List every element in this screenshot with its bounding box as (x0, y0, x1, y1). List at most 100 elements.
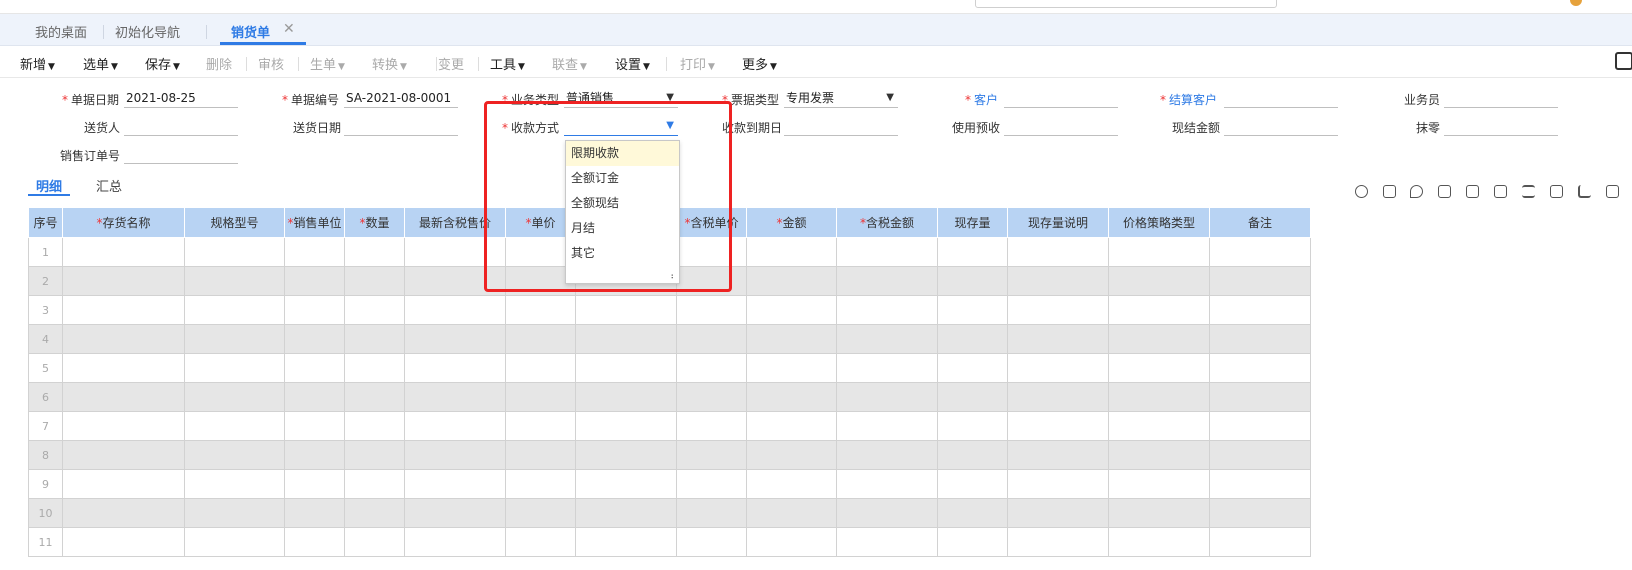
grid-cell[interactable] (505, 324, 576, 354)
tab-summary[interactable]: 汇总 (96, 176, 122, 195)
grid-cell[interactable] (836, 469, 938, 499)
grid-cell[interactable] (676, 353, 747, 383)
grid-cell[interactable] (62, 411, 185, 441)
grid-cell[interactable] (284, 324, 345, 354)
grid-cell[interactable] (404, 498, 506, 528)
search-icon[interactable] (1615, 52, 1632, 70)
grid-cell[interactable] (937, 527, 1008, 557)
grid-cell[interactable] (344, 498, 405, 528)
grid-cell[interactable] (575, 324, 677, 354)
grid-cell[interactable] (1209, 382, 1311, 412)
query-button[interactable]: 联查 ▼ (552, 54, 587, 73)
doc-date-field[interactable]: 2021-08-25 (124, 89, 238, 108)
grid-cell[interactable] (184, 527, 285, 557)
grid-cell[interactable] (746, 469, 837, 499)
grid-cell[interactable] (746, 498, 837, 528)
grid-cell[interactable] (505, 353, 576, 383)
scan-icon[interactable] (1383, 185, 1396, 198)
grid-cell[interactable] (505, 498, 576, 528)
invoice-type-select[interactable]: 专用发票 ▼ (784, 89, 898, 108)
grid-cell[interactable] (1108, 353, 1210, 383)
grid-cell[interactable] (746, 411, 837, 441)
grid-cell[interactable] (937, 498, 1008, 528)
grid-cell[interactable] (937, 295, 1008, 325)
grid-cell[interactable] (1007, 324, 1109, 354)
grid-cell[interactable] (836, 295, 938, 325)
tab-desktop[interactable]: 我的桌面 (35, 22, 87, 41)
sales-order-field[interactable] (124, 145, 238, 164)
column-header[interactable]: 序号 (28, 207, 63, 238)
grid-cell[interactable] (836, 440, 938, 470)
grid-cell[interactable] (746, 237, 837, 267)
grid-cell[interactable] (344, 527, 405, 557)
grid-cell[interactable] (184, 295, 285, 325)
grid-cell[interactable] (505, 295, 576, 325)
grid-cell[interactable] (404, 440, 506, 470)
grid-cell[interactable] (505, 469, 576, 499)
salesman-field[interactable] (1444, 89, 1558, 108)
grid-cell[interactable] (575, 440, 677, 470)
payment-due-field[interactable] (784, 117, 898, 136)
grid-cell[interactable] (505, 440, 576, 470)
save-button[interactable]: 保存 ▼ (145, 54, 180, 73)
grid-cell[interactable] (937, 237, 1008, 267)
grid-cell[interactable] (62, 237, 185, 267)
grid-cell[interactable] (284, 266, 345, 296)
grid-cell[interactable] (937, 382, 1008, 412)
grid-cell[interactable] (62, 469, 185, 499)
use-prepay-field[interactable] (1004, 117, 1118, 136)
grid-cell[interactable] (184, 469, 285, 499)
column-header[interactable]: 现存量说明 (1007, 207, 1109, 238)
grid-cell[interactable] (62, 382, 185, 412)
settle-customer-label[interactable]: * 结算客户 (1160, 91, 1217, 108)
grid-cell[interactable] (344, 266, 405, 296)
column-header[interactable]: 规格型号 (184, 207, 285, 238)
grid-cell[interactable] (344, 295, 405, 325)
grid-cell[interactable] (284, 295, 345, 325)
grid-cell[interactable] (1209, 237, 1311, 267)
grid-cell[interactable] (1209, 411, 1311, 441)
chart-icon[interactable] (1578, 185, 1591, 198)
tab-detail[interactable]: 明细 (36, 176, 62, 195)
grid-cell[interactable] (1108, 266, 1210, 296)
grid-cell[interactable] (505, 382, 576, 412)
grid-cell[interactable] (62, 527, 185, 557)
bulb-icon[interactable] (1355, 185, 1368, 198)
grid-cell[interactable] (344, 469, 405, 499)
column-header[interactable]: *金额 (746, 207, 837, 238)
grid-cell[interactable] (1209, 469, 1311, 499)
edit-lines-icon[interactable] (1522, 185, 1535, 198)
settings-button[interactable]: 设置 ▼ (615, 54, 650, 73)
grid-cell[interactable] (1209, 266, 1311, 296)
close-icon[interactable]: ✕ (283, 21, 295, 37)
grid-cell[interactable] (836, 266, 938, 296)
grid-cell[interactable] (1007, 237, 1109, 267)
grid-cell[interactable] (937, 353, 1008, 383)
customer-label[interactable]: * 客户 (965, 91, 998, 108)
settle-customer-field[interactable] (1224, 89, 1338, 108)
select-button[interactable]: 选单 ▼ (83, 54, 118, 73)
grid-cell[interactable] (1108, 527, 1210, 557)
audit-button[interactable]: 审核 (258, 54, 284, 73)
grid-cell[interactable] (575, 498, 677, 528)
grid-cell[interactable] (62, 353, 185, 383)
grid-cell[interactable] (184, 353, 285, 383)
grid-cell[interactable] (184, 324, 285, 354)
grid-cell[interactable] (404, 324, 506, 354)
grid-cell[interactable] (746, 382, 837, 412)
grid-cell[interactable] (284, 498, 345, 528)
grid-cell[interactable] (1108, 295, 1210, 325)
grid-cell[interactable] (284, 353, 345, 383)
grid-cell[interactable] (62, 266, 185, 296)
grid-cell[interactable] (184, 266, 285, 296)
grid-cell[interactable] (676, 527, 747, 557)
location-icon[interactable] (1410, 185, 1423, 198)
grid-cell[interactable] (62, 440, 185, 470)
grid-cell[interactable] (1007, 353, 1109, 383)
grid-cell[interactable] (836, 498, 938, 528)
grid-cell[interactable] (1209, 440, 1311, 470)
grid-cell[interactable] (284, 527, 345, 557)
grid-cell[interactable] (937, 266, 1008, 296)
grid-cell[interactable] (284, 469, 345, 499)
grid-cell[interactable] (1108, 498, 1210, 528)
